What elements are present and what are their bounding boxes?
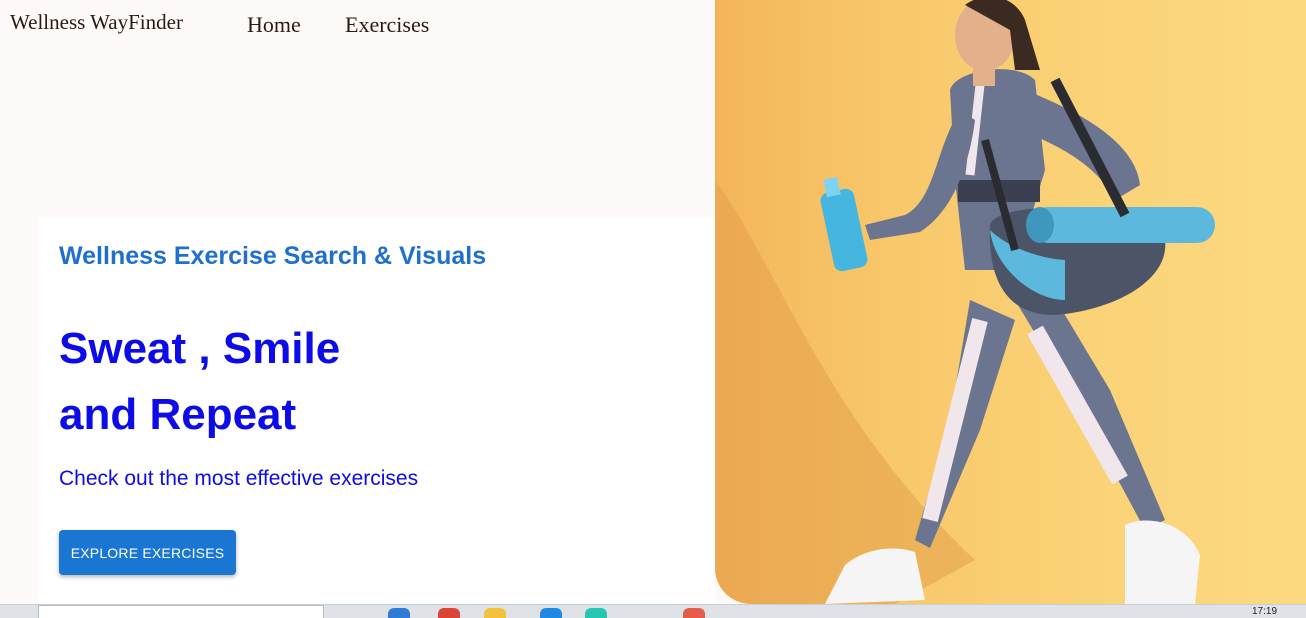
- hero-title-line-1: Sweat , Smile: [59, 324, 341, 373]
- hero-description: Check out the most effective exercises: [59, 467, 419, 490]
- taskbar-clock: 17:19: [1252, 606, 1278, 617]
- vscode-icon[interactable]: [540, 608, 562, 618]
- nav-link-home[interactable]: Home: [247, 12, 301, 38]
- top-nav: Wellness WayFinder Home Exercises: [0, 0, 715, 52]
- explore-exercises-button[interactable]: EXPLORE EXERCISES: [59, 530, 236, 575]
- woman-walking-with-yoga-mat-photo: [715, 0, 1215, 604]
- nav-link-exercises[interactable]: Exercises: [345, 12, 429, 38]
- hero-image: [715, 0, 1306, 604]
- brand-logo-text[interactable]: Wellness WayFinder: [10, 10, 183, 35]
- hero-subtitle: Wellness Exercise Search & Visuals: [59, 242, 487, 270]
- browser-icon[interactable]: [388, 608, 410, 618]
- chrome-icon[interactable]: [438, 608, 460, 618]
- app-icon[interactable]: [585, 608, 607, 618]
- taskbar-search-box[interactable]: [38, 605, 324, 618]
- app-icon-2[interactable]: [683, 608, 705, 618]
- hero-title: Sweat , Smile and Repeat: [59, 316, 340, 448]
- hero-title-line-2: and Repeat: [59, 390, 297, 439]
- hero-banner: Wellness Exercise Search & Visuals Sweat…: [39, 218, 715, 604]
- os-taskbar: 17:19: [0, 604, 1306, 618]
- folder-icon[interactable]: [484, 608, 506, 618]
